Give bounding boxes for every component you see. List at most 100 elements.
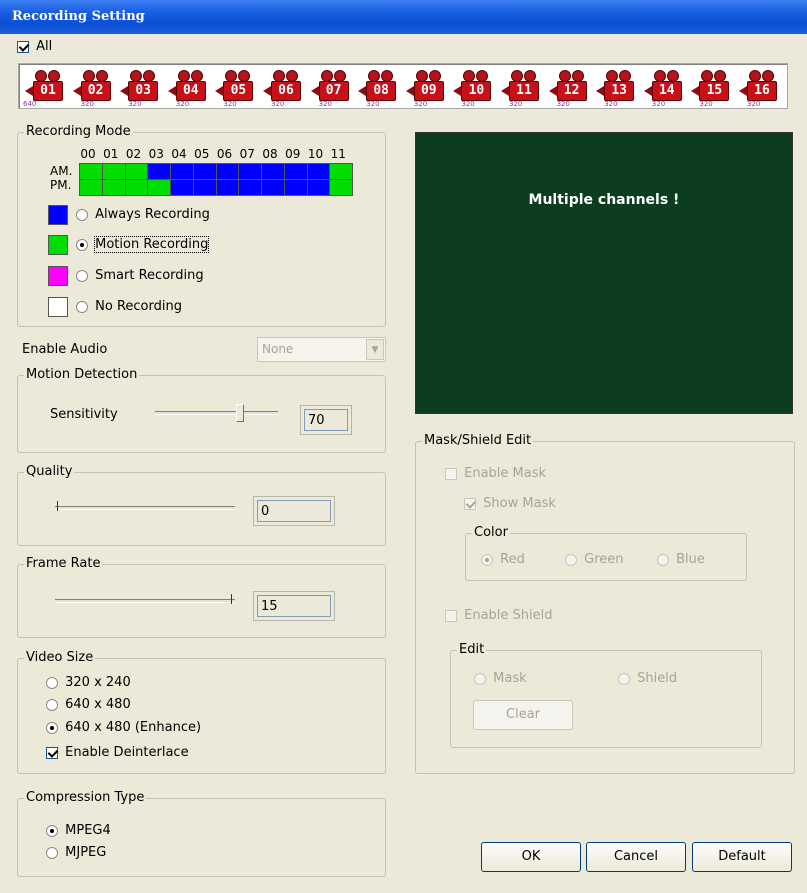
- all-checkbox-label: All: [36, 39, 53, 54]
- edit-option-shield[interactable]: Shield: [618, 671, 677, 686]
- pm-schedule-cell[interactable]: [80, 180, 103, 196]
- am-schedule-cell[interactable]: [148, 164, 171, 180]
- color-radio-red[interactable]: [481, 553, 493, 566]
- clear-button[interactable]: Clear: [473, 700, 573, 730]
- enable-audio-select[interactable]: None ▼: [257, 337, 386, 362]
- always-recording-radio[interactable]: [76, 208, 88, 221]
- pm-schedule-cell[interactable]: [193, 180, 217, 196]
- schedule-grid[interactable]: [79, 163, 353, 196]
- edit-option-mask[interactable]: Mask: [474, 671, 527, 686]
- channel-14-icon[interactable]: 14 320: [642, 67, 687, 109]
- video-size-option-320x240[interactable]: 320 x 240: [46, 675, 131, 690]
- smart-recording-radio[interactable]: [76, 269, 88, 282]
- video-size-radio-320x240[interactable]: [46, 676, 58, 689]
- color-radio-blue[interactable]: [657, 553, 669, 566]
- sensitivity-slider-thumb[interactable]: [235, 404, 244, 422]
- cancel-button[interactable]: Cancel: [586, 842, 686, 872]
- quality-slider-thumb[interactable]: [57, 501, 58, 511]
- frame-rate-slider-thumb[interactable]: [231, 594, 232, 604]
- am-schedule-cell[interactable]: [330, 164, 353, 180]
- show-mask-checkbox[interactable]: Show Mask: [464, 496, 556, 511]
- all-checkbox-box[interactable]: [17, 40, 29, 53]
- sensitivity-slider[interactable]: [155, 411, 278, 415]
- enable-shield-box[interactable]: [445, 609, 457, 622]
- window-title-bar[interactable]: Recording Setting: [0, 0, 807, 34]
- enable-deinterlace-box[interactable]: [46, 746, 58, 759]
- default-button[interactable]: Default: [692, 842, 792, 872]
- video-size-option-640x480-enhance[interactable]: 640 x 480 (Enhance): [46, 720, 201, 735]
- enable-mask-box[interactable]: [445, 467, 457, 480]
- motion-recording-option[interactable]: Motion Recording: [76, 236, 210, 253]
- channel-13-icon[interactable]: 13 320: [594, 67, 639, 109]
- no-recording-option[interactable]: No Recording: [76, 299, 182, 314]
- compression-radio-mjpeg[interactable]: [46, 846, 58, 859]
- channel-09-icon[interactable]: 09 320: [404, 67, 449, 109]
- video-preview[interactable]: Multiple channels !: [415, 132, 793, 414]
- channel-05-icon[interactable]: 05 320: [213, 67, 258, 109]
- enable-mask-checkbox[interactable]: Enable Mask: [445, 466, 546, 481]
- am-schedule-cell[interactable]: [80, 164, 103, 180]
- enable-deinterlace-label: Enable Deinterlace: [65, 745, 189, 760]
- am-schedule-cell[interactable]: [239, 164, 262, 180]
- video-size-option-640x480[interactable]: 640 x 480: [46, 697, 131, 712]
- am-schedule-cell[interactable]: [193, 164, 217, 180]
- compression-radio-mpeg4[interactable]: [46, 824, 58, 837]
- pm-schedule-cell[interactable]: [330, 180, 353, 196]
- channel-01-icon[interactable]: 01 640: [23, 67, 68, 109]
- am-schedule-cell[interactable]: [171, 164, 194, 180]
- color-option-blue[interactable]: Blue: [657, 552, 705, 567]
- all-checkbox[interactable]: All: [17, 39, 52, 54]
- channel-07-icon[interactable]: 07 320: [309, 67, 354, 109]
- am-schedule-cell[interactable]: [216, 164, 240, 180]
- channel-03-icon[interactable]: 03 320: [118, 67, 163, 109]
- channel-12-icon[interactable]: 12 320: [547, 67, 592, 109]
- ok-button[interactable]: OK: [481, 842, 581, 872]
- video-size-radio-640x480-enhance[interactable]: [46, 721, 58, 734]
- pm-schedule-cell[interactable]: [307, 180, 331, 196]
- channel-11-icon[interactable]: 11 320: [499, 67, 544, 109]
- am-schedule-cell[interactable]: [262, 164, 285, 180]
- pm-schedule-cell[interactable]: [125, 180, 149, 196]
- channel-04-icon[interactable]: 04 320: [166, 67, 211, 109]
- always-recording-option[interactable]: Always Recording: [76, 207, 210, 222]
- video-size-radio-640x480[interactable]: [46, 698, 58, 711]
- pm-schedule-cell[interactable]: [148, 180, 171, 196]
- am-schedule-cell[interactable]: [102, 164, 126, 180]
- pm-schedule-cell[interactable]: [239, 180, 262, 196]
- channel-15-icon[interactable]: 15 320: [689, 67, 734, 109]
- edit-radio-shield[interactable]: [618, 672, 630, 685]
- channel-08-icon[interactable]: 08 320: [356, 67, 401, 109]
- channel-16-icon[interactable]: 16 320: [737, 67, 782, 109]
- pm-schedule-cell[interactable]: [216, 180, 240, 196]
- pm-schedule-cell[interactable]: [284, 180, 308, 196]
- color-radio-green[interactable]: [565, 553, 577, 566]
- am-schedule-cell[interactable]: [307, 164, 331, 180]
- enable-shield-checkbox[interactable]: Enable Shield: [445, 608, 553, 623]
- chevron-down-icon[interactable]: ▼: [366, 339, 384, 360]
- frame-rate-field[interactable]: 15: [253, 591, 335, 621]
- sensitivity-field[interactable]: 70: [300, 405, 352, 435]
- pm-schedule-cell[interactable]: [102, 180, 126, 196]
- edit-radio-mask[interactable]: [474, 672, 486, 685]
- smart-recording-option[interactable]: Smart Recording: [76, 268, 204, 283]
- channel-02-icon[interactable]: 02 320: [71, 67, 116, 109]
- enable-deinterlace-checkbox[interactable]: Enable Deinterlace: [46, 745, 189, 760]
- am-schedule-cell[interactable]: [284, 164, 308, 180]
- show-mask-box[interactable]: [464, 497, 476, 510]
- pm-schedule-cell[interactable]: [262, 180, 285, 196]
- color-option-red[interactable]: Red: [481, 552, 525, 567]
- compression-option-mpeg4[interactable]: MPEG4: [46, 823, 111, 838]
- mask-color-title: Color: [472, 525, 510, 541]
- no-recording-radio[interactable]: [76, 300, 88, 313]
- channel-06-icon[interactable]: 06 320: [261, 67, 306, 109]
- channel-resolution: 640: [23, 100, 37, 108]
- motion-recording-radio[interactable]: [76, 238, 88, 251]
- color-option-green[interactable]: Green: [565, 552, 624, 567]
- am-schedule-cell[interactable]: [125, 164, 149, 180]
- frame-rate-slider[interactable]: [55, 599, 235, 603]
- quality-slider[interactable]: [55, 506, 235, 510]
- quality-field[interactable]: 0: [253, 496, 335, 526]
- compression-option-mjpeg[interactable]: MJPEG: [46, 845, 106, 860]
- pm-schedule-cell[interactable]: [171, 180, 194, 196]
- channel-10-icon[interactable]: 10 320: [451, 67, 496, 109]
